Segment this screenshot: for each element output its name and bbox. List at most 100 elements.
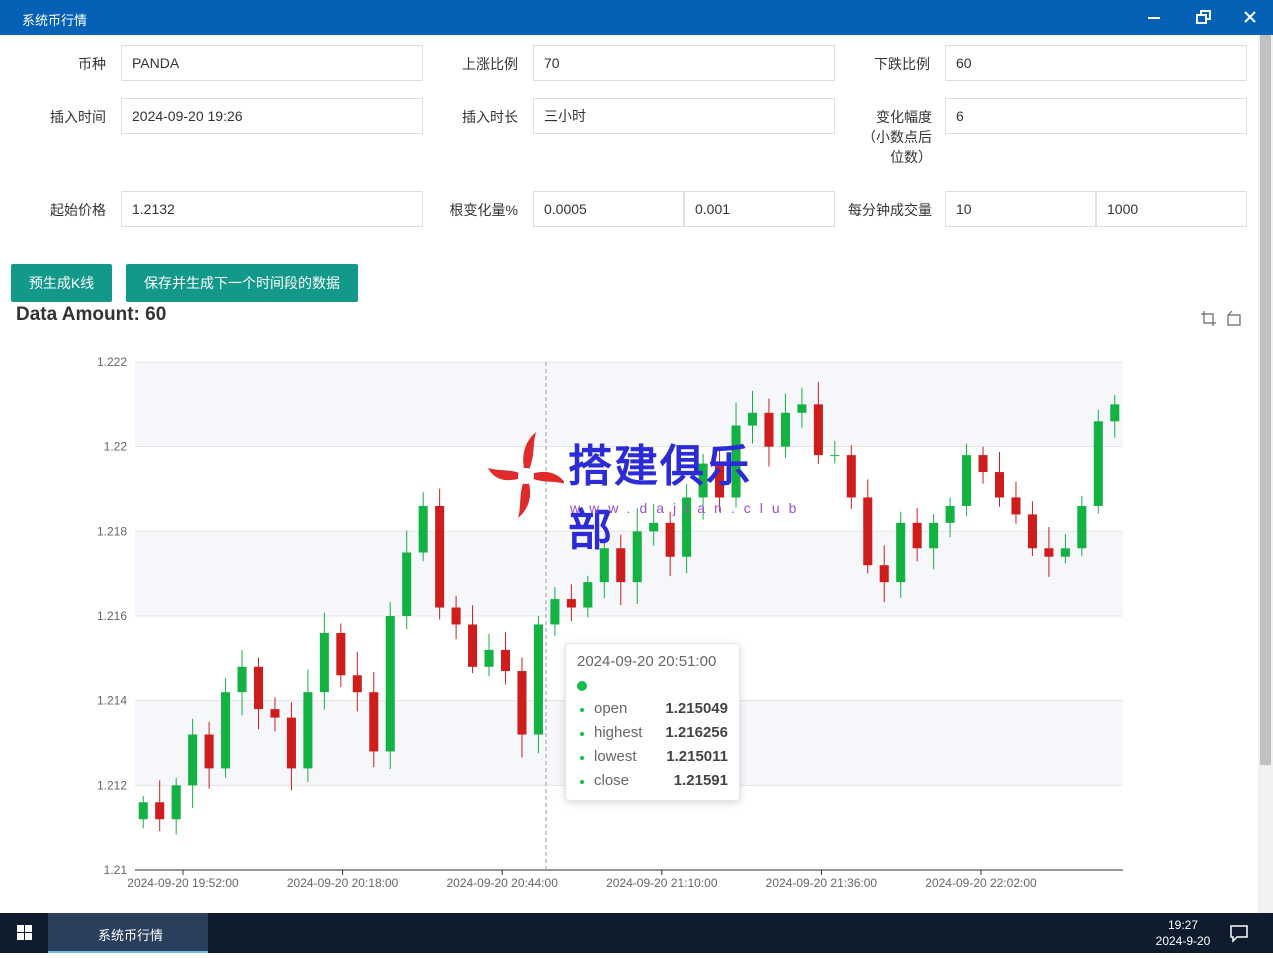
save-generate-next-button[interactable]: 保存并生成下一个时间段的数据	[126, 264, 358, 302]
coin-input[interactable]	[121, 45, 423, 81]
candle-body	[468, 624, 478, 667]
volume-label: 每分钟成交量	[848, 202, 932, 218]
root-change-max-input[interactable]	[684, 191, 835, 227]
candle-body	[484, 649, 494, 667]
candle-body	[319, 632, 329, 693]
x-tick-label: 2024-09-20 20:18:00	[287, 876, 399, 890]
candle-body	[435, 505, 445, 608]
vertical-scrollbar[interactable]	[1258, 35, 1273, 913]
candle-body	[369, 692, 379, 752]
tooltip-row-highest: highest 1.216256	[580, 724, 728, 744]
watermark-text: 搭建俱乐部	[568, 442, 752, 555]
down-ratio-label: 下跌比例	[874, 56, 930, 72]
candle-body	[138, 802, 148, 820]
candle-body	[1044, 548, 1054, 557]
watermark: 搭建俱乐部 www.dajian.club	[488, 428, 796, 555]
tooltip-row-lowest: lowest 1.215011	[580, 748, 728, 768]
up-ratio-input[interactable]	[533, 45, 835, 81]
candle-body	[451, 607, 461, 625]
close-button[interactable]	[1235, 4, 1265, 30]
start-price-label: 起始价格	[50, 202, 106, 218]
zoom-reset-icon[interactable]	[1225, 309, 1243, 327]
candle-body	[517, 671, 527, 735]
candle-body	[500, 649, 511, 672]
candle-body	[336, 632, 346, 676]
y-tick-label: 1.212	[97, 778, 127, 792]
tooltip-key: highest	[594, 724, 643, 741]
candle-body	[1093, 421, 1103, 506]
scrollbar-thumb[interactable]	[1260, 35, 1271, 765]
root-change-min-input[interactable]	[533, 191, 684, 227]
candle-body	[929, 522, 939, 549]
tooltip-key: close	[594, 772, 630, 789]
change-range-input[interactable]	[945, 98, 1247, 134]
watermark-url: www.dajian.club	[570, 500, 806, 516]
candle-body	[533, 624, 543, 735]
candle-body	[171, 785, 181, 820]
candle-body	[945, 505, 955, 523]
y-tick-label: 1.22	[104, 440, 128, 454]
watermark-logo-icon	[488, 432, 566, 518]
taskbar: 系统币行情 19:27 2024-9-20	[0, 913, 1273, 953]
chart-tooltip: 2024-09-20 20:51:00 open 1.215049 highes…	[565, 643, 740, 801]
system-clock[interactable]: 19:27 2024-9-20	[1140, 917, 1226, 949]
tooltip-value: 1.216256	[665, 724, 728, 741]
candle-body	[879, 565, 889, 583]
change-range-label: 变化幅度（小数点后位数）	[862, 109, 932, 165]
pregen-kline-button[interactable]: 预生成K线	[11, 264, 112, 302]
volume-min-input[interactable]	[945, 191, 1096, 227]
restore-button[interactable]	[1188, 4, 1218, 30]
candle-body	[352, 675, 362, 693]
candle-body	[896, 522, 906, 583]
candle-body	[863, 497, 873, 566]
kline-chart[interactable]: 1.21 1.212 1.214 1.216 1.218 1.22 1.222 2024-09…	[0, 340, 1258, 900]
insert-time-input[interactable]	[121, 98, 423, 134]
candle-body	[253, 666, 264, 710]
candle-body	[418, 505, 428, 553]
candle-body	[1027, 514, 1037, 549]
candle-body	[155, 802, 165, 820]
y-tick-label: 1.222	[97, 355, 127, 369]
taskbar-app-item[interactable]: 系统币行情	[48, 913, 208, 953]
x-tick-label: 2024-09-20 21:36:00	[766, 876, 878, 890]
candle-body	[1060, 548, 1070, 557]
candle-body	[188, 734, 198, 786]
x-tick-label: 2024-09-20 22:02:00	[925, 876, 1037, 890]
candle-body	[1110, 404, 1120, 422]
root-change-label: 根变化量%	[449, 202, 518, 218]
start-button[interactable]	[0, 913, 48, 953]
tooltip-series-marker	[577, 681, 587, 691]
x-tick-label: 2024-09-20 21:10:00	[606, 876, 718, 890]
candle-body	[270, 709, 280, 718]
tooltip-row-open: open 1.215049	[580, 700, 728, 720]
y-tick-label: 1.21	[104, 863, 128, 877]
down-ratio-input[interactable]	[945, 45, 1247, 81]
taskbar-app-label: 系统币行情	[98, 928, 164, 943]
windows-logo-icon	[17, 925, 32, 940]
candle-body	[1011, 497, 1021, 515]
candle-body	[221, 692, 231, 769]
minimize-button[interactable]	[1139, 4, 1169, 30]
tooltip-value: 1.215011	[666, 748, 728, 765]
tooltip-time: 2024-09-20 20:51:00	[577, 653, 717, 670]
zoom-icon[interactable]	[1199, 309, 1217, 327]
candle-body	[830, 455, 840, 457]
candle-body	[797, 404, 807, 413]
candle-body	[846, 455, 856, 498]
candle-body	[994, 472, 1005, 498]
candle-body	[962, 455, 972, 506]
y-tick-label: 1.216	[97, 609, 127, 623]
volume-max-input[interactable]	[1096, 191, 1247, 227]
candle-body	[912, 522, 922, 549]
insert-duration-label: 插入时长	[462, 109, 518, 125]
notification-icon[interactable]	[1228, 923, 1250, 943]
tooltip-value: 1.215049	[665, 700, 728, 717]
tooltip-key: lowest	[594, 748, 637, 765]
x-tick-label: 2024-09-20 19:52:00	[127, 876, 239, 890]
start-price-input[interactable]	[121, 191, 423, 227]
insert-duration-select[interactable]	[533, 98, 835, 134]
candle-body	[237, 666, 247, 693]
insert-time-label: 插入时间	[50, 109, 106, 125]
tooltip-value: 1.21591	[673, 772, 728, 789]
candle-body	[550, 599, 560, 625]
